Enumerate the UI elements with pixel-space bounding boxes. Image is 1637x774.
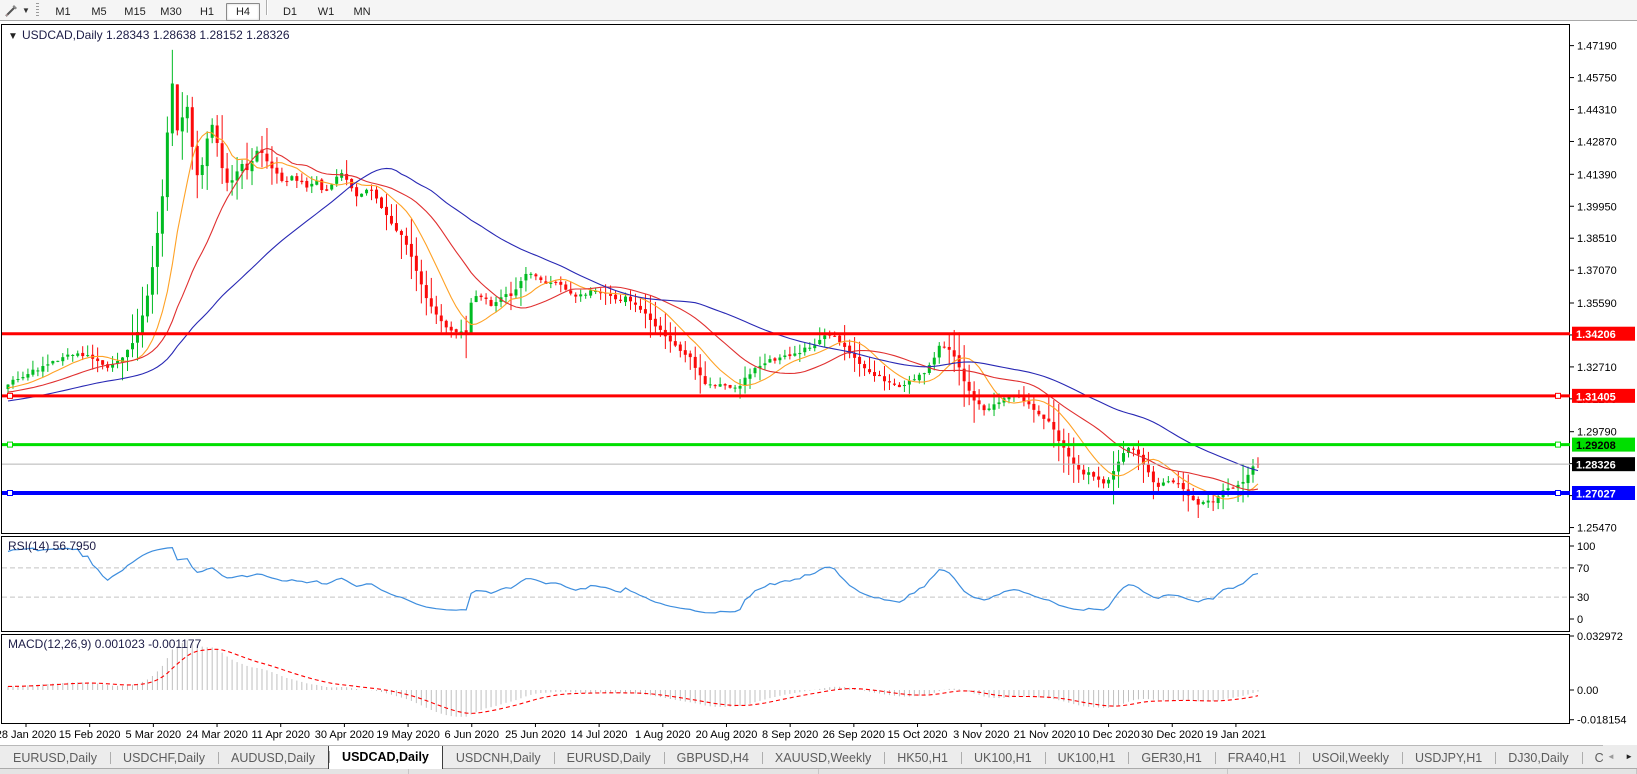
date-tick: 24 Mar 2020 bbox=[186, 729, 248, 741]
chart-tab-xauusd-weekly[interactable]: XAUUSD,Weekly bbox=[761, 747, 884, 769]
price-tick: 1.35590 bbox=[1577, 298, 1617, 310]
line-handle[interactable] bbox=[1555, 441, 1561, 448]
price-tick: 1.44310 bbox=[1577, 105, 1617, 117]
toolbar-separator bbox=[266, 0, 267, 15]
chart-canvas[interactable]: 1.47190 1.45750 1.44310 1.42870 1.41390 1.399… bbox=[0, 21, 1637, 745]
line-handle[interactable] bbox=[1555, 392, 1561, 399]
chart-tab-audusd-daily[interactable]: AUDUSD,Daily bbox=[218, 747, 328, 769]
pencil-icon bbox=[4, 4, 17, 17]
draw-tool-icon[interactable] bbox=[2, 2, 20, 18]
price-tick: 1.47190 bbox=[1577, 41, 1617, 53]
toolbar-grip[interactable] bbox=[36, 3, 39, 17]
price-tick: 1.32710 bbox=[1577, 362, 1617, 374]
tool-dropdown-caret-icon[interactable]: ▼ bbox=[20, 6, 32, 15]
price-tick: 1.38510 bbox=[1577, 233, 1617, 245]
price-tick: 1.39950 bbox=[1577, 201, 1617, 213]
macd-tick: -0.018154 bbox=[1577, 715, 1627, 727]
date-tick: 20 Aug 2020 bbox=[696, 729, 758, 741]
rsi-tick: 100 bbox=[1577, 541, 1595, 553]
date-tick: 8 Sep 2020 bbox=[762, 729, 818, 741]
price-badge-label: 1.29208 bbox=[1576, 440, 1616, 452]
chart-tab-uk100-h1[interactable]: UK100,H1 bbox=[1044, 747, 1129, 769]
macd-title: MACD(12,26,9) 0.001023 -0.001177 bbox=[8, 637, 202, 651]
price-tick: 1.45750 bbox=[1577, 73, 1617, 85]
date-tick: 15 Feb 2020 bbox=[59, 729, 121, 741]
price-badge-label: 1.31405 bbox=[1576, 391, 1616, 403]
status-cell bbox=[1228, 769, 1637, 774]
chart-tab-fra40-h1[interactable]: FRA40,H1 bbox=[1214, 747, 1299, 769]
line-handle[interactable] bbox=[7, 489, 13, 496]
chart-window: 1.47190 1.45750 1.44310 1.42870 1.41390 1.399… bbox=[0, 21, 1637, 750]
chart-title: USDCAD,Daily 1.28343 1.28638 1.28152 1.2… bbox=[22, 28, 290, 42]
price-tick: 1.41390 bbox=[1577, 169, 1617, 181]
date-tick: 15 Oct 2020 bbox=[888, 729, 948, 741]
rsi-tick: 30 bbox=[1577, 592, 1589, 604]
timeframe-button-d1[interactable]: D1 bbox=[273, 3, 307, 21]
date-tick: 11 Apr 2020 bbox=[251, 729, 310, 741]
date-tick: 25 Jun 2020 bbox=[505, 729, 566, 741]
timeframe-button-h1[interactable]: H1 bbox=[190, 3, 224, 21]
chart-tab-ger30-h1[interactable]: GER30,H1 bbox=[1128, 747, 1214, 769]
chart-tab-usdjpy-h1[interactable]: USDJPY,H1 bbox=[1402, 747, 1495, 769]
chart-tab-dj30-daily[interactable]: DJ30,Daily bbox=[1495, 747, 1581, 769]
chart-tab-eurusd-daily[interactable]: EURUSD,Daily bbox=[0, 747, 110, 769]
macd-tick: 0.00 bbox=[1577, 685, 1598, 697]
rsi-pane bbox=[1, 536, 1570, 632]
price-badge-label: 1.28326 bbox=[1576, 460, 1616, 472]
date-tick: 21 Nov 2020 bbox=[1014, 729, 1076, 741]
status-cell bbox=[0, 769, 410, 774]
price-tick: 1.25470 bbox=[1577, 523, 1617, 535]
chart-tab-usdchf-daily[interactable]: USDCHF,Daily bbox=[110, 747, 218, 769]
date-tick: 30 Dec 2020 bbox=[1141, 729, 1203, 741]
line-handle[interactable] bbox=[7, 441, 13, 448]
rsi-title: RSI(14) 56.7950 bbox=[8, 539, 96, 553]
status-bar bbox=[0, 768, 1637, 774]
price-badge-label: 1.34206 bbox=[1576, 329, 1616, 341]
top-toolbar: ▼ M1 M5 M15 M30 H1 H4 D1 W1 MN bbox=[0, 0, 1637, 21]
date-tick: 6 Jun 2020 bbox=[445, 729, 499, 741]
chart-tab-bar: EURUSD,Daily USDCHF,Daily AUDUSD,Daily USDC… bbox=[0, 745, 1637, 769]
chart-tab-usdcad-daily[interactable]: USDCAD,Daily bbox=[328, 746, 443, 769]
line-handle[interactable] bbox=[1555, 489, 1561, 496]
tab-scroll-controls: ◄ ► bbox=[1603, 745, 1637, 768]
date-tick: 3 Nov 2020 bbox=[953, 729, 1009, 741]
date-tick: 14 Jul 2020 bbox=[571, 729, 628, 741]
price-tick: 1.37070 bbox=[1577, 265, 1617, 277]
date-tick: 5 Mar 2020 bbox=[126, 729, 182, 741]
date-tick: 10 Dec 2020 bbox=[1077, 729, 1139, 741]
tab-scroll-left-icon[interactable]: ◄ bbox=[1607, 745, 1615, 768]
timeframe-button-mn[interactable]: MN bbox=[345, 3, 379, 21]
timeframe-button-group: M1 M5 M15 M30 H1 H4 D1 W1 MN bbox=[45, 0, 380, 21]
chart-tab-usoil-weekly[interactable]: USOil,Weekly bbox=[1299, 747, 1402, 769]
date-tick: 28 Jan 2020 bbox=[0, 729, 56, 741]
rsi-tick: 0 bbox=[1577, 614, 1583, 626]
date-tick: 19 Jan 2021 bbox=[1206, 729, 1267, 741]
timeframe-button-m15[interactable]: M15 bbox=[118, 3, 152, 21]
chart-tab-usdcnh-daily[interactable]: USDCNH,Daily bbox=[443, 747, 554, 769]
date-tick: 26 Sep 2020 bbox=[823, 729, 885, 741]
date-tick: 19 May 2020 bbox=[376, 729, 440, 741]
rsi-tick: 70 bbox=[1577, 563, 1589, 575]
timeframe-button-m5[interactable]: M5 bbox=[82, 3, 116, 21]
timeframe-button-h4[interactable]: H4 bbox=[226, 3, 260, 21]
date-tick: 1 Aug 2020 bbox=[635, 729, 691, 741]
status-cell bbox=[409, 769, 819, 774]
main-pane bbox=[1, 24, 1570, 534]
price-tick: 1.42870 bbox=[1577, 136, 1617, 148]
chart-tab-eurusd-daily[interactable]: EURUSD,Daily bbox=[553, 747, 664, 769]
date-tick: 30 Apr 2020 bbox=[315, 729, 374, 741]
chart-tab-uk100-h1[interactable]: UK100,H1 bbox=[960, 747, 1045, 769]
macd-tick: 0.032972 bbox=[1577, 631, 1623, 643]
chart-tab-gbpusd-h4[interactable]: GBPUSD,H4 bbox=[663, 747, 762, 769]
price-tick: 1.29790 bbox=[1577, 427, 1617, 439]
price-badge-label: 1.27027 bbox=[1576, 488, 1616, 500]
timeframe-button-w1[interactable]: W1 bbox=[309, 3, 343, 21]
status-cell bbox=[819, 769, 1228, 774]
timeframe-button-m1[interactable]: M1 bbox=[46, 3, 80, 21]
timeframe-button-m30[interactable]: M30 bbox=[154, 3, 188, 21]
line-handle[interactable] bbox=[7, 392, 13, 399]
tab-scroll-right-icon[interactable]: ► bbox=[1625, 745, 1633, 768]
chart-collapse-icon[interactable]: ▼ bbox=[8, 31, 18, 42]
chart-tab-hk50-h1[interactable]: HK50,H1 bbox=[884, 747, 961, 769]
